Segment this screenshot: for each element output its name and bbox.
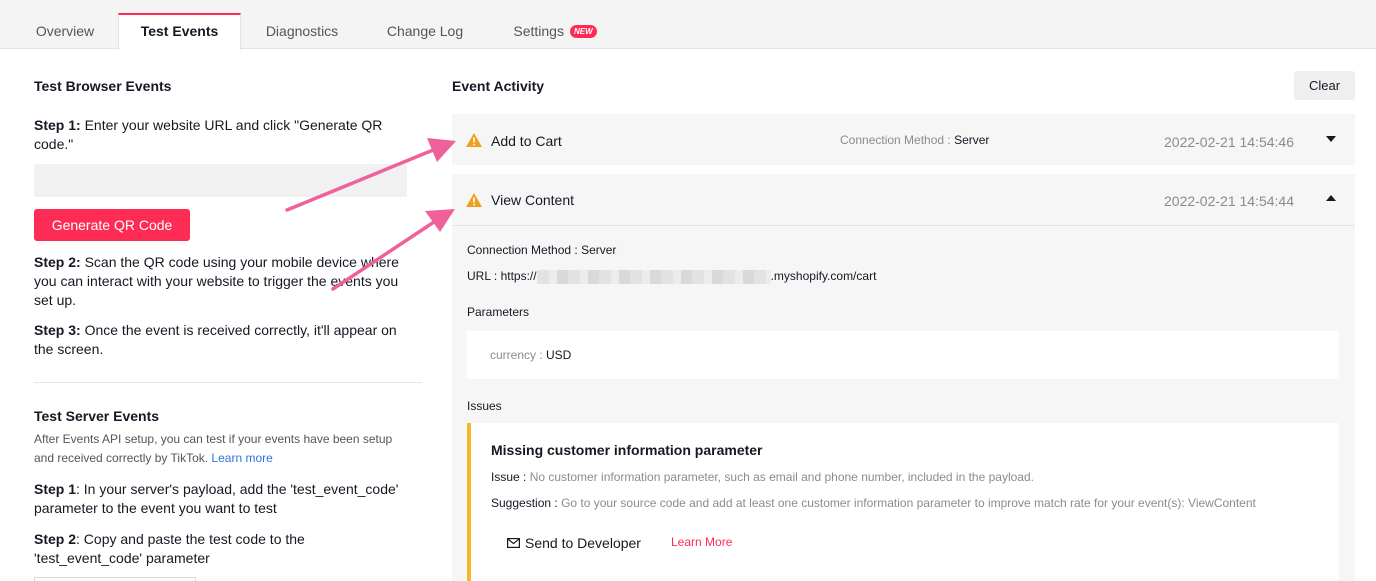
annotation-arrow-1: [285, 138, 456, 212]
annotation-arrow-2: [331, 209, 455, 291]
annotation-arrows: [285, 138, 456, 291]
